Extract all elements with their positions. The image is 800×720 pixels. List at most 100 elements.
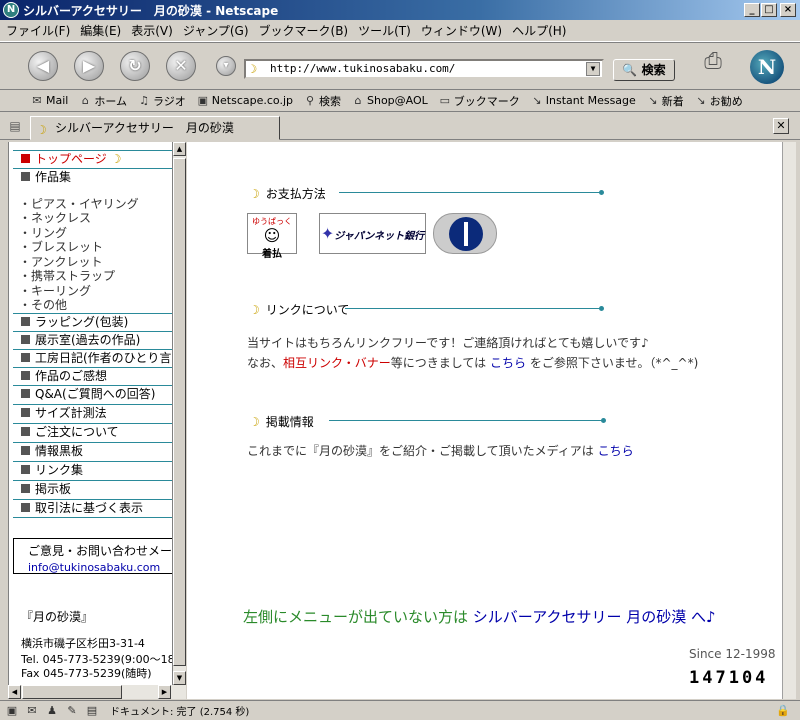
sidebar-item-works[interactable]: 作品集: [13, 168, 172, 186]
sidebar-sub-item[interactable]: ・ブレスレット: [19, 240, 103, 254]
sidebar-item-order[interactable]: ご注文について: [13, 423, 172, 441]
scroll-right-icon[interactable]: ▶: [158, 685, 171, 699]
main-vertical-scrollbar[interactable]: [782, 142, 796, 699]
contact-email-link[interactable]: info@tukinosabaku.com ま: [28, 559, 172, 575]
netscape-icon: N: [3, 2, 19, 18]
menu-jump[interactable]: ジャンプ(G): [183, 22, 249, 39]
menu-file[interactable]: ファイル(F): [6, 22, 70, 39]
moon-page-icon: ☽: [250, 62, 258, 76]
sidebar-item-top-page[interactable]: トップページ ☽: [13, 150, 172, 168]
sidebar-item-qa[interactable]: Q&A(ご質問への回答): [13, 385, 172, 403]
headphones-icon: ♫: [139, 94, 149, 107]
magnifier-icon: ⚲: [305, 94, 315, 107]
url-text: http://www.tukinosabaku.com/: [270, 62, 456, 75]
visitor-counter: 147104: [689, 668, 769, 688]
cod-payment-icon: ゆうぱっく ☺ 着払: [247, 213, 297, 260]
menu-help[interactable]: ヘルプ(H): [512, 22, 566, 39]
toolbar-item-recommend[interactable]: ↘ お勧め: [694, 93, 743, 109]
scroll-left-icon[interactable]: ◀: [8, 685, 21, 699]
reload-icon[interactable]: ↻: [120, 51, 150, 81]
close-tab-button[interactable]: ✕: [773, 118, 789, 134]
scroll-up-icon[interactable]: ▲: [173, 142, 186, 156]
back-arrow-icon[interactable]: ◀: [28, 51, 58, 81]
toolbar-item-netscape[interactable]: ▣ Netscape.co.jp: [196, 94, 293, 107]
tab-current[interactable]: ☽ シルバーアクセサリー 月の砂漠: [30, 116, 280, 140]
toolbar-item-instant-message[interactable]: ↘ Instant Message: [530, 94, 636, 107]
window-title: シルバーアクセサリー 月の砂漠 - Netscape: [23, 3, 279, 18]
toolbar-item-shop[interactable]: ⌂ Shop@AOL: [351, 94, 428, 107]
shop-fax: Fax 045-773-5239(随時): [21, 667, 152, 680]
history-dropdown-icon[interactable]: ▾: [216, 56, 236, 76]
menu-view[interactable]: 表示(V): [131, 22, 173, 39]
taskbar-address-book-icon[interactable]: ▤: [84, 704, 100, 717]
toolbar-item-radio[interactable]: ♫ ラジオ: [137, 93, 186, 109]
maximize-button[interactable]: □: [761, 3, 777, 17]
sidebar-item-feedback[interactable]: 作品のご感想: [13, 367, 172, 385]
menu-edit[interactable]: 編集(E): [80, 22, 121, 39]
status-text: ドキュメント: 完了 (2.754 秒): [110, 707, 250, 718]
sidebar-sub-item[interactable]: ・リング: [19, 226, 67, 240]
search-button[interactable]: 🔍 検索: [613, 59, 675, 81]
menu-bookmarks[interactable]: ブックマーク(B): [259, 22, 349, 39]
media-text: これまでに『月の砂漠』をご紹介・ご掲載して頂いたメディアは こちら: [247, 444, 634, 458]
section-links-heading: ☽ リンクについて: [249, 301, 604, 318]
toolbar-item-mail[interactable]: ✉ Mail: [30, 94, 68, 107]
top-page-link[interactable]: シルバーアクセサリー 月の砂漠 へ♪: [473, 608, 716, 626]
sidebar-vertical-scrollbar[interactable]: ▲ ▼: [172, 142, 186, 685]
toolbar-item-bookmarks[interactable]: ▭ ブックマーク: [438, 93, 520, 109]
sidebar-item-legal[interactable]: 取引法に基づく表示: [13, 499, 172, 518]
sidebar-sub-item[interactable]: ・ピアス・イヤリング: [19, 197, 139, 211]
moon-icon: ☽: [36, 123, 47, 137]
taskbar-im-icon[interactable]: ♟: [44, 704, 60, 717]
sidebar-item-bbs[interactable]: 掲示板: [13, 480, 172, 498]
since-text: Since 12-1998: [689, 647, 776, 661]
close-button[interactable]: ×: [780, 3, 796, 17]
sidebar-frame: トップページ ☽ 作品集 ・ピアス・イヤリング ・ネックレス ・リング ・ブレス…: [8, 142, 172, 685]
new-tab-icon[interactable]: ▤: [6, 117, 24, 135]
sidebar-horizontal-scrollbar[interactable]: ◀ ▶: [8, 685, 186, 699]
stop-icon[interactable]: ✕: [166, 51, 196, 81]
links-here-link[interactable]: こちら: [490, 356, 526, 370]
toolbar-item-home[interactable]: ⌂ ホーム: [78, 93, 127, 109]
sidebar-sub-item[interactable]: ・ネックレス: [19, 211, 91, 225]
link-icon: ↘: [532, 94, 542, 107]
menu-bar: ファイル(F) 編集(E) 表示(V) ジャンプ(G) ブックマーク(B) ツー…: [0, 20, 800, 42]
taskbar-composer-icon[interactable]: ✎: [64, 704, 80, 717]
sidebar-item-board[interactable]: 情報黒板: [13, 442, 172, 460]
menu-window[interactable]: ウィンドウ(W): [421, 22, 502, 39]
url-input[interactable]: ☽ http://www.tukinosabaku.com/ ▼: [244, 59, 604, 79]
section-media-heading: ☽ 掲載情報: [249, 413, 606, 430]
sidebar-sub-item[interactable]: ・アンクレット: [19, 255, 103, 269]
sidebar-item-links[interactable]: リンク集: [13, 461, 172, 479]
menu-tools[interactable]: ツール(T): [358, 22, 411, 39]
forward-arrow-icon[interactable]: ▶: [74, 51, 104, 81]
netscape-logo-icon[interactable]: N: [750, 50, 784, 84]
sidebar-sub-item[interactable]: ・キーリング: [19, 284, 91, 298]
folder-icon: ▭: [439, 94, 450, 107]
sidebar-item-size[interactable]: サイズ計測法: [13, 404, 172, 422]
toolbar-item-search[interactable]: ⚲ 検索: [303, 93, 341, 109]
media-here-link[interactable]: こちら: [598, 444, 634, 458]
search-button-label: 検索: [641, 63, 666, 77]
links-text-line2: なお、相互リンク・バナー等につきましては こちら をご参照下さいませ。（*^_^…: [247, 356, 699, 370]
moon-icon: ☽: [249, 186, 260, 201]
sidebar-item-diary[interactable]: 工房日記(作者のひとり言): [13, 349, 172, 367]
scroll-down-icon[interactable]: ▼: [173, 671, 186, 685]
sidebar-sub-item[interactable]: ・その他: [19, 298, 67, 312]
sidebar-item-gallery[interactable]: 展示室(過去の作品): [13, 331, 172, 349]
toolbar-item-new[interactable]: ↘ 新着: [646, 93, 684, 109]
moon-icon: ☽: [249, 302, 260, 317]
scroll-thumb[interactable]: [22, 685, 122, 699]
security-lock-icon[interactable]: 🔒: [776, 704, 790, 717]
taskbar-netscape-icon[interactable]: ▣: [4, 704, 20, 717]
sidebar-item-wrapping[interactable]: ラッピング(包装): [13, 313, 172, 331]
url-dropdown-icon[interactable]: ▼: [586, 62, 600, 76]
minimize-button[interactable]: _: [744, 3, 760, 17]
print-icon[interactable]: ⎙: [696, 48, 730, 76]
scroll-thumb[interactable]: [173, 158, 186, 666]
taskbar-mail-icon[interactable]: ✉: [24, 704, 40, 717]
mail-icon: ✉: [32, 94, 42, 107]
mutual-link-banner-link[interactable]: 相互リンク・バナー: [283, 356, 391, 370]
main-frame: ☽ お支払方法 ゆうぱっく ☺ 着払 ✦ジャパンネット銀行 ☽ リンクについて …: [187, 142, 782, 699]
sidebar-sub-item[interactable]: ・携帯ストラップ: [19, 269, 115, 283]
